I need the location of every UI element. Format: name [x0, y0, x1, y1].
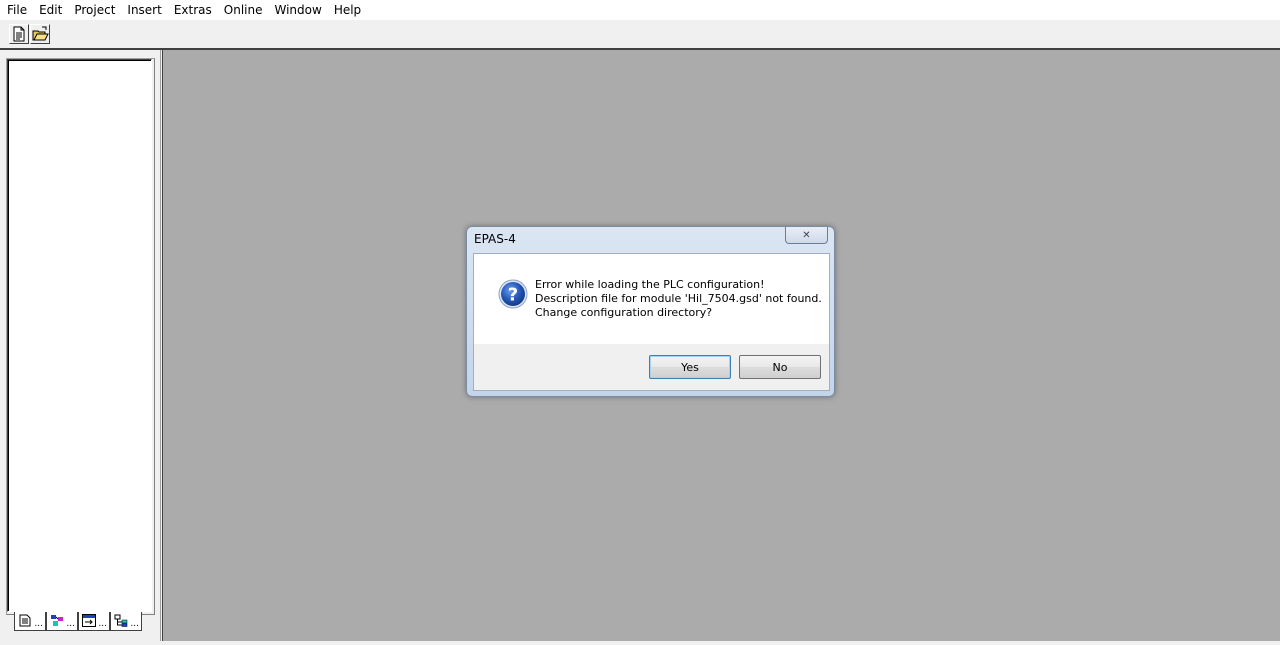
- menu-extras[interactable]: Extras: [168, 0, 218, 20]
- new-project-button[interactable]: [9, 24, 29, 44]
- message-line-3: Change configuration directory?: [535, 306, 713, 319]
- dialog-title: EPAS-4: [474, 232, 516, 246]
- dialog-message: Error while loading the PLC configuratio…: [535, 278, 822, 320]
- pou-icon: [19, 614, 31, 627]
- tab-resources-label: ...: [130, 619, 139, 629]
- tab-data-types[interactable]: ...: [46, 612, 78, 631]
- menu-file[interactable]: File: [0, 0, 33, 20]
- svg-text:?: ?: [508, 285, 518, 306]
- dialog-body: ? Error while loading the PLC configurat…: [473, 253, 830, 345]
- tab-pous-label: ...: [34, 619, 43, 629]
- tab-resources[interactable]: ...: [110, 612, 142, 631]
- visualizations-icon: [82, 614, 96, 627]
- message-line-2: Description file for module 'Hil_7504.gs…: [535, 292, 822, 305]
- message-line-1: Error while loading the PLC configuratio…: [535, 278, 765, 291]
- new-document-icon: [13, 26, 25, 42]
- open-folder-icon: [32, 26, 49, 41]
- menu-insert[interactable]: Insert: [121, 0, 167, 20]
- data-types-icon: [51, 615, 63, 626]
- tab-data-types-label: ...: [66, 619, 75, 629]
- tab-pous[interactable]: ...: [14, 612, 46, 631]
- yes-button[interactable]: Yes: [649, 355, 731, 379]
- menu-project[interactable]: Project: [68, 0, 121, 20]
- error-dialog: EPAS-4 ✕ ? Error while loading the PLC c…: [466, 226, 835, 397]
- menu-online[interactable]: Online: [218, 0, 269, 20]
- dialog-close-button[interactable]: ✕: [785, 227, 828, 244]
- menu-bar: File Edit Project Insert Extras Online W…: [0, 0, 1280, 21]
- dialog-footer: Yes No: [473, 344, 830, 391]
- resources-icon: [114, 614, 128, 627]
- close-icon: ✕: [802, 229, 811, 241]
- status-bar: [0, 641, 1280, 645]
- no-button[interactable]: No: [739, 355, 821, 379]
- menu-edit[interactable]: Edit: [33, 0, 68, 20]
- toolbar: [0, 20, 1280, 50]
- object-tree[interactable]: [7, 59, 152, 612]
- menu-window[interactable]: Window: [268, 0, 327, 20]
- menu-help[interactable]: Help: [328, 0, 367, 20]
- tab-visualizations-label: ...: [98, 619, 107, 629]
- question-icon: ?: [498, 279, 528, 309]
- tab-visualizations[interactable]: ...: [78, 612, 110, 631]
- object-organizer-panel: ... ... ... ...: [0, 50, 161, 641]
- open-project-button[interactable]: [30, 24, 50, 44]
